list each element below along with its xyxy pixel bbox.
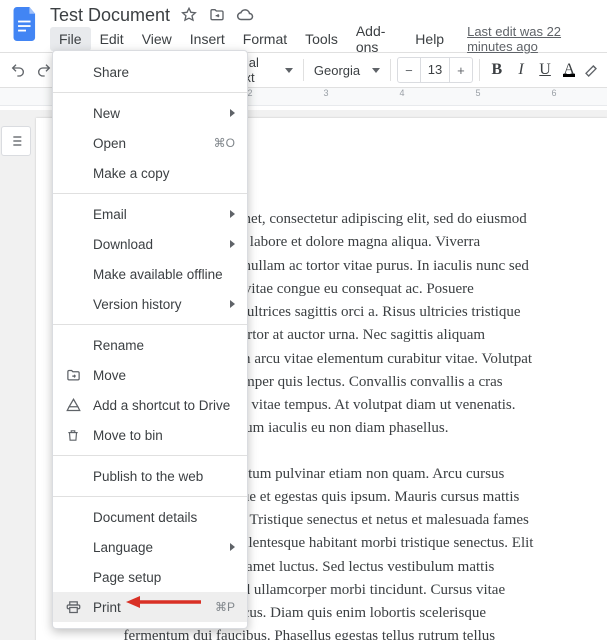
- menu-label: Version history: [93, 297, 182, 312]
- menu-label: Document details: [93, 510, 197, 525]
- menu-label: Share: [93, 65, 129, 80]
- font-size-increase[interactable]: +: [450, 63, 472, 78]
- menu-label: Move to bin: [93, 428, 163, 443]
- file-menu-share[interactable]: Share: [53, 57, 247, 87]
- menu-label: Page setup: [93, 570, 161, 585]
- menu-file[interactable]: File: [50, 27, 91, 51]
- text-color-button[interactable]: A: [558, 61, 580, 79]
- chevron-down-icon: [372, 68, 380, 73]
- file-menu-rename[interactable]: Rename: [53, 330, 247, 360]
- chevron-down-icon: [285, 68, 293, 73]
- menu-edit[interactable]: Edit: [91, 27, 133, 51]
- menu-label: Language: [93, 540, 153, 555]
- menu-label: Download: [93, 237, 153, 252]
- file-menu-language[interactable]: Language: [53, 532, 247, 562]
- menu-shortcut: ⌘O: [214, 136, 235, 150]
- menu-label: Make available offline: [93, 267, 223, 282]
- folder-move-icon: [65, 367, 81, 383]
- doc-title[interactable]: Test Document: [50, 5, 170, 26]
- ruler-num: 4: [399, 88, 404, 98]
- menubar: File Edit View Insert Format Tools Add-o…: [50, 26, 601, 52]
- menu-divider: [53, 455, 247, 456]
- file-menu-offline[interactable]: Make available offline: [53, 259, 247, 289]
- font-select[interactable]: Georgia: [310, 59, 384, 82]
- drive-shortcut-icon: [65, 397, 81, 413]
- star-icon[interactable]: [180, 6, 198, 24]
- undo-button[interactable]: [6, 56, 30, 84]
- outline-toggle[interactable]: [1, 126, 31, 156]
- file-menu-move-to-bin[interactable]: Move to bin: [53, 420, 247, 450]
- menu-label: New: [93, 106, 120, 121]
- last-edit-link[interactable]: Last edit was 22 minutes ago: [467, 24, 601, 54]
- cloud-status-icon[interactable]: [236, 6, 254, 24]
- menu-label: Rename: [93, 338, 144, 353]
- file-menu-move[interactable]: Move: [53, 360, 247, 390]
- file-menu-download[interactable]: Download: [53, 229, 247, 259]
- file-menu: Share New Open ⌘O Make a copy Email Downl…: [52, 50, 248, 629]
- menu-divider: [53, 324, 247, 325]
- bold-button[interactable]: B: [486, 61, 508, 79]
- file-menu-open[interactable]: Open ⌘O: [53, 128, 247, 158]
- menu-label: Print: [93, 600, 121, 615]
- menu-view[interactable]: View: [133, 27, 181, 51]
- file-menu-email[interactable]: Email: [53, 199, 247, 229]
- menu-help[interactable]: Help: [406, 27, 453, 51]
- chevron-right-icon: [230, 210, 235, 218]
- chevron-right-icon: [230, 109, 235, 117]
- separator: [479, 59, 480, 81]
- file-menu-document-details[interactable]: Document details: [53, 502, 247, 532]
- menu-insert[interactable]: Insert: [181, 27, 234, 51]
- menu-label: Move: [93, 368, 126, 383]
- menu-label: Publish to the web: [93, 469, 203, 484]
- file-menu-page-setup[interactable]: Page setup: [53, 562, 247, 592]
- font-size-value[interactable]: 13: [420, 58, 450, 82]
- chevron-right-icon: [230, 300, 235, 308]
- menu-tools[interactable]: Tools: [296, 27, 347, 51]
- menu-format[interactable]: Format: [234, 27, 296, 51]
- menu-divider: [53, 92, 247, 93]
- chevron-right-icon: [230, 240, 235, 248]
- font-size-decrease[interactable]: −: [398, 63, 420, 78]
- file-menu-version-history[interactable]: Version history: [53, 289, 247, 319]
- menu-divider: [53, 496, 247, 497]
- ruler-num: 3: [323, 88, 328, 98]
- menu-label: Email: [93, 207, 127, 222]
- ruler-num: 6: [551, 88, 556, 98]
- menu-addons[interactable]: Add-ons: [347, 19, 406, 59]
- docs-logo[interactable]: [6, 4, 46, 44]
- menu-shortcut: ⌘P: [215, 600, 235, 614]
- menu-label: Make a copy: [93, 166, 170, 181]
- highlight-button[interactable]: [582, 59, 601, 81]
- font-select-label: Georgia: [314, 63, 360, 78]
- italic-button[interactable]: I: [510, 61, 532, 79]
- file-menu-publish[interactable]: Publish to the web: [53, 461, 247, 491]
- ruler-num: 5: [475, 88, 480, 98]
- separator: [390, 59, 391, 81]
- font-size-group: − 13 +: [397, 57, 473, 83]
- move-folder-icon[interactable]: [208, 6, 226, 24]
- chevron-right-icon: [230, 543, 235, 551]
- trash-icon: [65, 427, 81, 443]
- print-icon: [65, 599, 81, 615]
- separator: [303, 59, 304, 81]
- menu-label: Open: [93, 136, 126, 151]
- menu-divider: [53, 193, 247, 194]
- file-menu-add-shortcut[interactable]: Add a shortcut to Drive: [53, 390, 247, 420]
- file-menu-print[interactable]: Print ⌘P: [53, 592, 247, 622]
- menu-label: Add a shortcut to Drive: [93, 398, 230, 413]
- file-menu-new[interactable]: New: [53, 98, 247, 128]
- ruler-num: 2: [247, 88, 252, 98]
- file-menu-make-copy[interactable]: Make a copy: [53, 158, 247, 188]
- underline-button[interactable]: U: [534, 61, 556, 79]
